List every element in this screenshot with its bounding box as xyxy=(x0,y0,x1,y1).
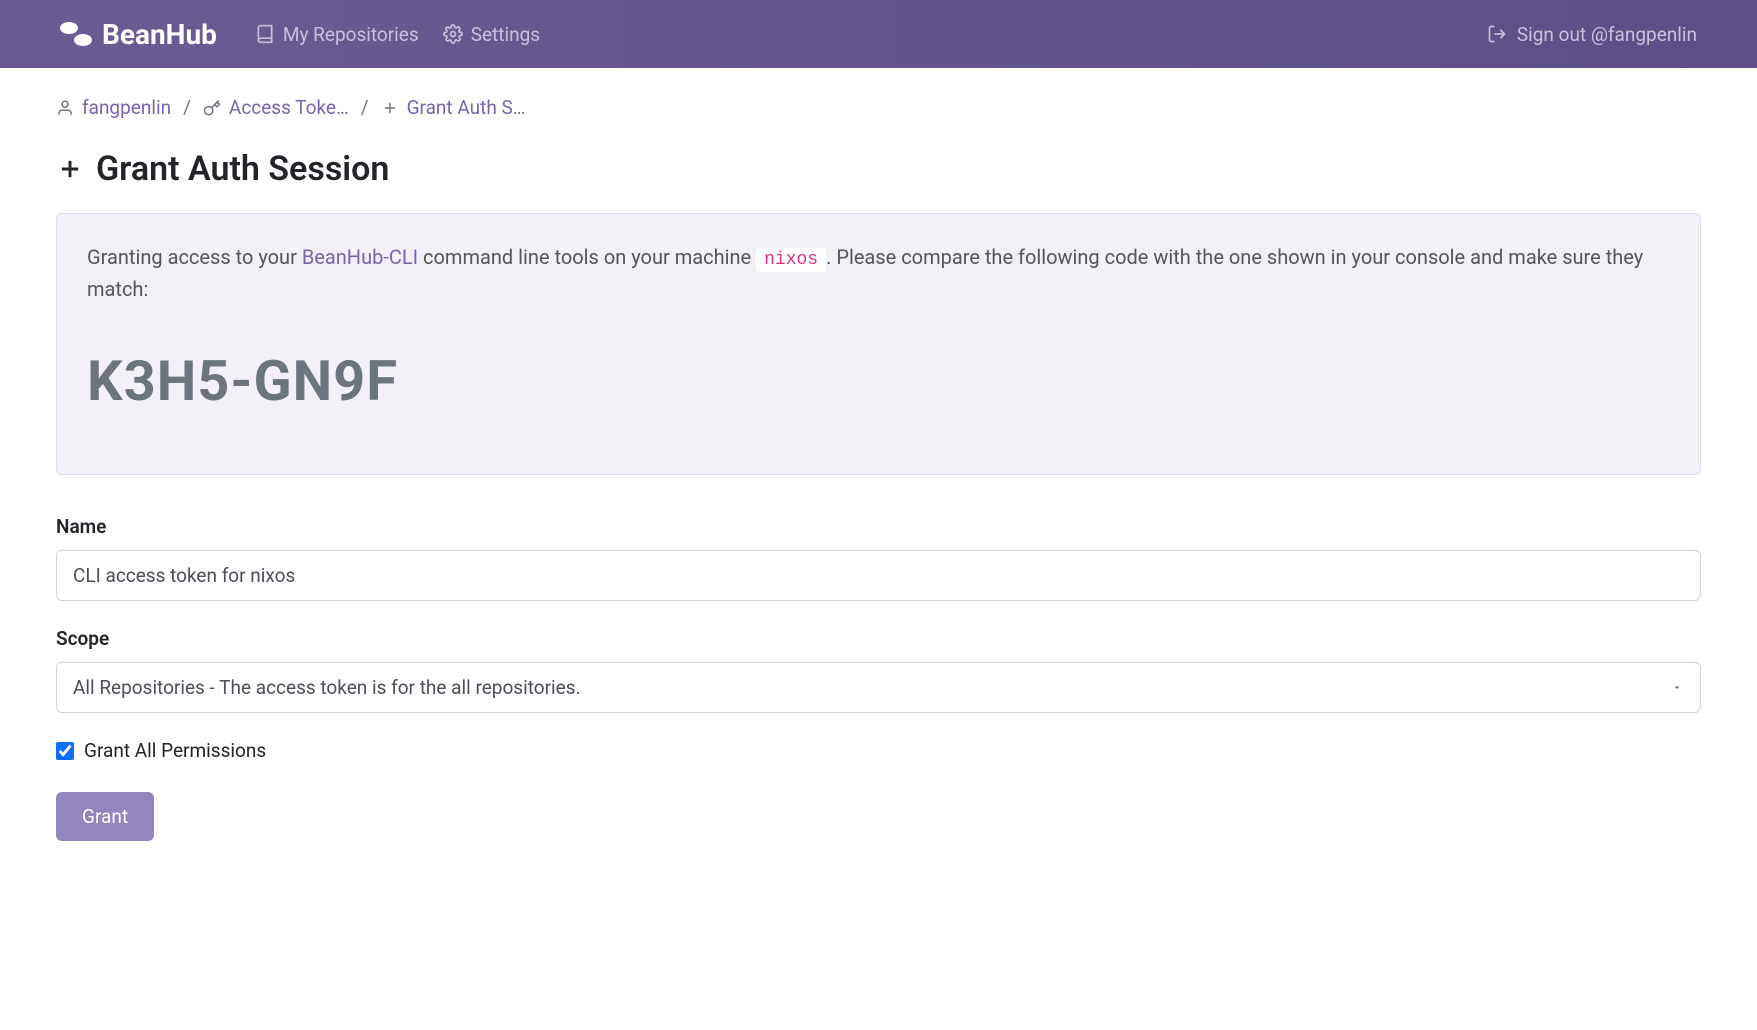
machine-name-code: nixos xyxy=(756,248,826,272)
page-title-text: Grant Auth Session xyxy=(96,149,389,189)
breadcrumb-access-tokens[interactable]: Access Toke… xyxy=(203,96,349,119)
auth-code: K3H5-GN9F xyxy=(87,348,1670,414)
breadcrumb-label: fangpenlin xyxy=(82,96,171,119)
notice-text-prefix: Granting access to your xyxy=(87,245,302,269)
breadcrumb-separator: / xyxy=(183,96,191,119)
breadcrumb-label: Access Toke… xyxy=(229,96,349,119)
grant-all-row: Grant All Permissions xyxy=(56,739,1701,762)
beanhub-cli-link[interactable]: BeanHub-CLI xyxy=(302,245,418,269)
auth-notice-box: Granting access to your BeanHub-CLI comm… xyxy=(56,213,1701,475)
main-navbar: BeanHub My Repositories Settings xyxy=(0,0,1757,68)
nav-label: My Repositories xyxy=(283,23,419,46)
gear-icon xyxy=(443,24,463,44)
name-input[interactable] xyxy=(56,550,1701,601)
grant-all-checkbox[interactable] xyxy=(56,742,74,760)
brand-logo[interactable]: BeanHub xyxy=(60,18,217,51)
scope-select[interactable]: All Repositories - The access token is f… xyxy=(56,662,1701,713)
user-icon xyxy=(56,99,74,117)
form-group-name: Name xyxy=(56,515,1701,601)
nav-label: Settings xyxy=(471,23,540,46)
scope-select-wrapper: All Repositories - The access token is f… xyxy=(56,662,1701,713)
beanhub-logo-icon xyxy=(60,21,92,47)
sign-out-link[interactable]: Sign out @fangpenlin xyxy=(1487,23,1697,46)
breadcrumb-user[interactable]: fangpenlin xyxy=(56,96,171,119)
nav-links: My Repositories Settings xyxy=(255,23,540,46)
navbar-left: BeanHub My Repositories Settings xyxy=(60,18,540,51)
nav-settings[interactable]: Settings xyxy=(443,23,540,46)
key-icon xyxy=(203,99,221,117)
main-container: fangpenlin / Access Toke… / Grant Auth S… xyxy=(0,68,1757,869)
breadcrumb-current: Grant Auth S… xyxy=(381,96,526,119)
breadcrumb-separator: / xyxy=(361,96,369,119)
page-title: Grant Auth Session xyxy=(56,149,1701,189)
breadcrumb: fangpenlin / Access Toke… / Grant Auth S… xyxy=(56,96,1701,119)
plus-icon xyxy=(56,155,84,183)
brand-name: BeanHub xyxy=(102,18,217,51)
notice-text: Granting access to your BeanHub-CLI comm… xyxy=(87,242,1670,304)
nav-my-repositories[interactable]: My Repositories xyxy=(255,23,419,46)
sign-out-icon xyxy=(1487,24,1507,44)
scope-label: Scope xyxy=(56,627,1701,650)
book-icon xyxy=(255,24,275,44)
plus-icon xyxy=(381,99,399,117)
sign-out-label: Sign out @fangpenlin xyxy=(1517,23,1697,46)
notice-text-mid: command line tools on your machine xyxy=(418,245,756,269)
grant-button[interactable]: Grant xyxy=(56,792,154,841)
grant-all-label: Grant All Permissions xyxy=(84,739,266,762)
form-group-scope: Scope All Repositories - The access toke… xyxy=(56,627,1701,713)
name-label: Name xyxy=(56,515,1701,538)
breadcrumb-label: Grant Auth S… xyxy=(407,96,526,119)
